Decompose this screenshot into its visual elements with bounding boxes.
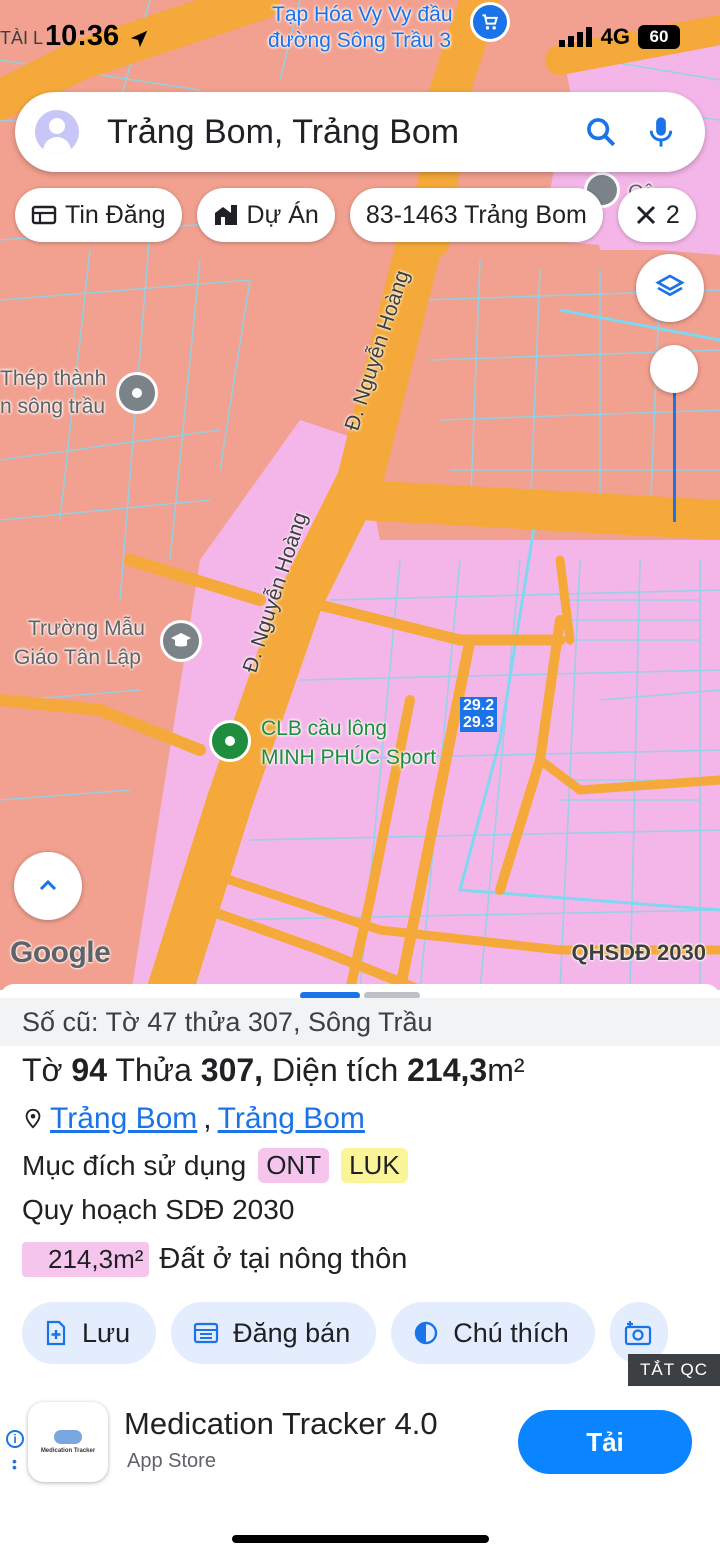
action-buttons: Lưu Đăng bán Chú thích — [22, 1302, 668, 1364]
parcel-title: Tờ 94 Thửa 307, Diện tích 214,3m² — [22, 1052, 525, 1088]
land-use-tag-ont[interactable]: ONT — [258, 1148, 330, 1183]
network-type: 4G — [600, 24, 630, 49]
sport-location-pin-icon[interactable] — [209, 720, 251, 762]
opacity-slider-handle[interactable] — [650, 345, 698, 393]
chip-label: 2 — [665, 200, 680, 229]
search-input[interactable]: Trảng Bom, Trảng Bom — [107, 113, 571, 152]
plan-area-badge: 214,3m² — [22, 1242, 150, 1277]
chip-tin-dang[interactable]: Tin Đăng — [15, 188, 182, 242]
land-use-row: Mục đích sử dụng ONT LUK — [22, 1148, 408, 1183]
chip-measure[interactable]: 2 — [617, 188, 696, 242]
province-link[interactable]: Trảng Bom — [218, 1102, 365, 1136]
plan-title: Quy hoạch SDĐ 2030 — [22, 1194, 295, 1225]
chip-area-code[interactable]: 83-1463 Trảng Bom — [349, 188, 603, 242]
location-arrow-icon — [130, 30, 148, 48]
poi-label-steel-line2[interactable]: n sông trầu — [0, 394, 105, 420]
calendar-list-icon — [194, 1322, 219, 1344]
old-parcel-info: Số cũ: Tờ 47 thửa 307, Sông Trầu — [0, 998, 720, 1046]
layers-button[interactable] — [636, 254, 704, 322]
chip-label: Tin Đăng — [65, 200, 166, 229]
battery-indicator: 60 — [638, 25, 680, 49]
poi-label-school-line1[interactable]: Trường Mẫu — [28, 616, 145, 642]
school-icon[interactable] — [160, 620, 202, 662]
building-icon — [214, 205, 237, 225]
search-button[interactable] — [571, 102, 631, 162]
chip-du-an[interactable]: Dự Án — [196, 188, 335, 242]
save-button[interactable]: Lưu — [22, 1302, 157, 1364]
ad-info-icon[interactable]: i — [6, 1430, 24, 1448]
location-row: Trảng Bom, Trảng Bom — [22, 1102, 365, 1136]
news-icon — [31, 205, 57, 225]
land-use-label: Mục đích sử dụng — [22, 1149, 247, 1181]
google-logo: Google — [10, 936, 111, 969]
location-pin-icon — [25, 1108, 41, 1129]
chip-label: 83-1463 Trảng Bom — [365, 200, 587, 229]
ad-download-button[interactable]: Tải — [518, 1410, 692, 1474]
add-camera-icon — [624, 1321, 651, 1346]
contrast-icon — [415, 1321, 438, 1345]
poi-label-club-line1[interactable]: CLB cầu lông — [261, 716, 387, 742]
carrier-label: TÀI L — [0, 28, 44, 48]
avatar[interactable] — [35, 110, 79, 154]
ad-menu-icon[interactable]: • • — [12, 1454, 17, 1474]
legend-button[interactable]: Chú thích — [391, 1302, 595, 1364]
ad-banner[interactable]: i • • Medication Tracker Medication Track… — [0, 1386, 720, 1498]
parcel-number-tag[interactable]: 29.2 — [460, 697, 498, 715]
plan-description: Đất ở tại nông thôn — [159, 1243, 408, 1275]
plan-item: 214,3m² Đất ở tại nông thôn — [22, 1242, 407, 1277]
status-bar: TÀI L 10:36 4G 60 — [0, 18, 720, 62]
pill-icon — [54, 1430, 82, 1444]
chip-label: Dự Án — [246, 200, 319, 229]
ad-subtitle: App Store — [127, 1450, 216, 1472]
poi-label-steel-line1[interactable]: Thép thành — [0, 366, 106, 392]
ad-title[interactable]: Medication Tracker 4.0 — [124, 1406, 438, 1442]
hide-ads-button[interactable]: TẮT QC — [628, 1354, 720, 1386]
microphone-icon — [649, 117, 673, 147]
expand-up-button[interactable] — [14, 852, 82, 920]
post-for-sale-button[interactable]: Đăng bán — [171, 1302, 377, 1364]
add-file-icon — [46, 1320, 66, 1346]
ad-logo-text: Medication Tracker — [40, 1448, 96, 1454]
plan-layer-label: QHSDĐ 2030 — [571, 940, 706, 965]
land-use-tag-luk[interactable]: LUK — [341, 1148, 408, 1183]
poi-label-club-line2[interactable]: MINH PHÚC Sport — [261, 745, 436, 771]
filter-chips: Tin Đăng Dự Án 83-1463 Trảng Bom 2 — [15, 188, 720, 244]
location-pin-icon[interactable] — [116, 372, 158, 414]
home-indicator[interactable] — [232, 1535, 489, 1543]
district-link[interactable]: Trảng Bom — [50, 1102, 197, 1136]
clock: 10:36 — [45, 20, 120, 52]
parcel-number-tag-2[interactable]: 29.3 — [460, 714, 498, 732]
signal-bars-icon — [558, 27, 592, 47]
ad-app-logo[interactable]: Medication Tracker — [28, 1402, 108, 1482]
layers-icon — [655, 274, 685, 297]
voice-search-button[interactable] — [631, 102, 691, 162]
search-bar[interactable]: Trảng Bom, Trảng Bom — [15, 92, 705, 172]
poi-label-school-line2[interactable]: Giáo Tân Lập — [14, 645, 141, 671]
ruler-icon — [636, 205, 655, 225]
parcel-info-sheet[interactable]: Số cũ: Tờ 47 thửa 307, Sông Trầu Tờ 94 T… — [0, 984, 720, 1386]
chevron-up-icon — [39, 879, 57, 891]
search-icon — [587, 118, 616, 147]
